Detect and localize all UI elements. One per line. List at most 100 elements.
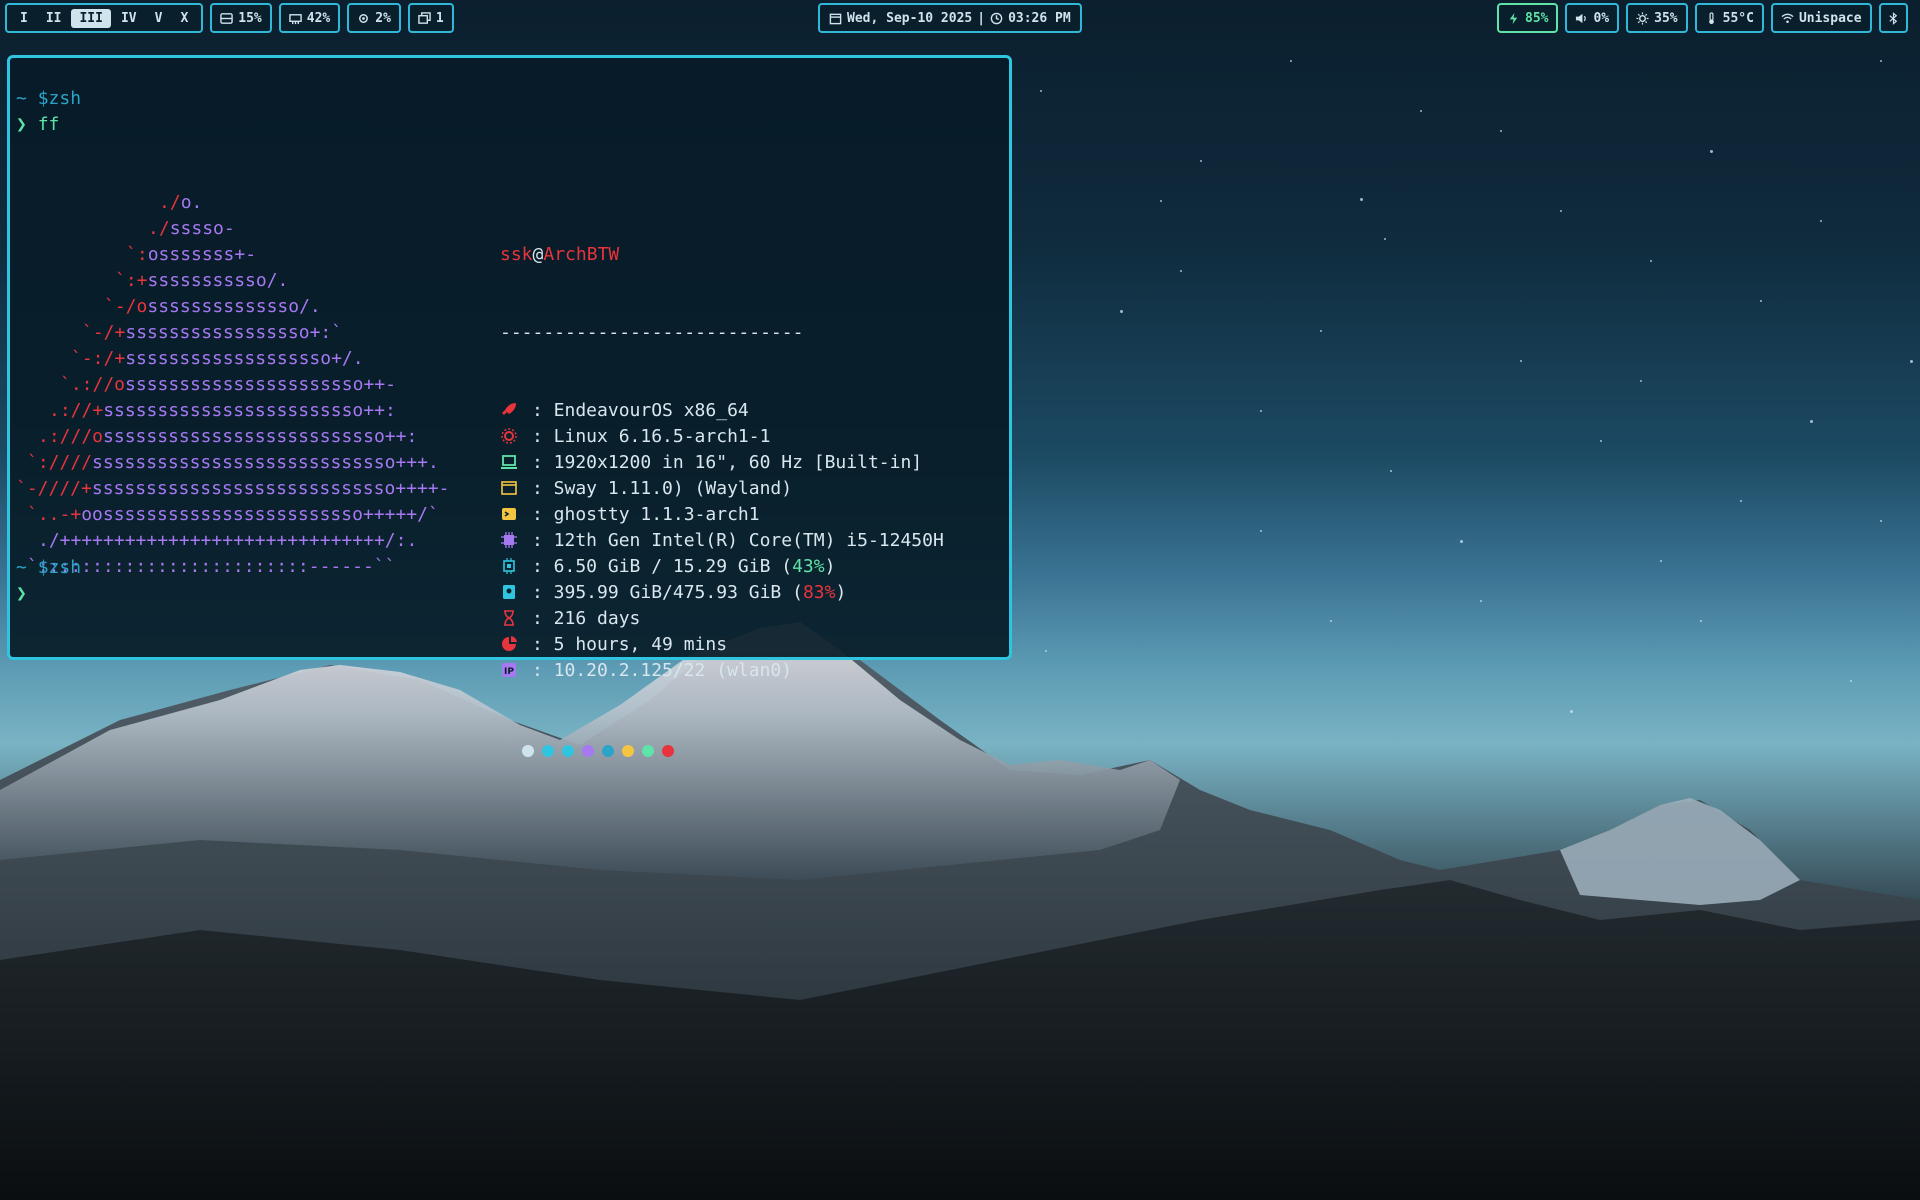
logo-segment: o. [180, 192, 203, 213]
info-text: : Sway 1.11.0) (Wayland) [532, 478, 793, 499]
battery-value: 85% [1525, 10, 1549, 26]
terminal-icon [502, 508, 516, 520]
logo-segment: `: [126, 244, 148, 265]
color-palette [522, 745, 944, 757]
memory-value: 42% [306, 10, 331, 26]
logo-segment: `-/+ [82, 322, 126, 343]
laptop-icon [501, 455, 517, 469]
memory-widget[interactable]: 42% [278, 3, 341, 33]
logo-segment: `..-+ [27, 504, 82, 525]
brightness-widget[interactable]: 35% [1626, 3, 1688, 33]
workspace-button[interactable]: V [147, 9, 171, 28]
logo-line: ./o. [16, 190, 449, 216]
temperature-widget[interactable]: 55°C [1694, 3, 1764, 33]
command-text: ff [37, 114, 60, 135]
memory-icon [503, 558, 515, 574]
palette-dot [642, 745, 654, 757]
logo-line: `.://ossssssssssssssssssssso++- [16, 372, 449, 398]
star [1700, 620, 1702, 622]
disk-widget[interactable]: 15% [210, 3, 272, 33]
logo-segment: oossssssssssssssssssssssso+++++/` [81, 504, 439, 525]
logo-segment: `.://o [60, 374, 126, 395]
star [1045, 650, 1047, 652]
logo-segment: `-/o [104, 296, 148, 317]
memory-icon [288, 13, 302, 24]
palette-dot [562, 745, 574, 757]
star [1760, 300, 1762, 302]
star [1120, 310, 1123, 313]
pie-icon [502, 636, 517, 651]
star [1330, 620, 1332, 622]
star [1200, 160, 1202, 162]
disk-icon [220, 12, 234, 24]
logo-segment: sssso- [169, 218, 235, 239]
info-text: : 1920x1200 in 16", 60 Hz [Built-in] [532, 452, 923, 473]
palette-dot [662, 745, 674, 757]
prompt-shell: $zsh [37, 557, 82, 578]
info-row: : ghostty 1.1.3-arch1 [500, 502, 944, 528]
volume-widget[interactable]: 0% [1565, 3, 1620, 33]
workspace-button[interactable]: I [12, 9, 36, 28]
second-prompt: ~ $zsh ❯ [16, 555, 81, 607]
palette-dot [622, 745, 634, 757]
logo-line: `..-+oossssssssssssssssssssssso+++++/` [16, 502, 449, 528]
window-icon [501, 481, 517, 495]
logo-segment: `:+ [115, 270, 148, 291]
separator-rule: ---------------------------- [500, 322, 804, 343]
logo-line: `-/+sssssssssssssssso+:` [16, 320, 449, 346]
input-line[interactable]: ❯ [16, 581, 81, 607]
star [1290, 60, 1292, 62]
logo-segment: `-////+ [16, 478, 92, 499]
logo-line: ./sssso- [16, 216, 449, 242]
logo-line: `:////ssssssssssssssssssssssssssso+++. [16, 450, 449, 476]
star [1384, 238, 1386, 240]
logo-line: `:osssssss+- [16, 242, 449, 268]
palette-dot [582, 745, 594, 757]
prompt-arrow: ❯ [16, 583, 27, 604]
workspace-button[interactable]: IV [113, 9, 145, 28]
battery-widget[interactable]: 85% [1497, 3, 1559, 33]
palette-dot [542, 745, 554, 757]
prompt-arrow: ❯ [16, 114, 27, 135]
logo-line: ./++++++++++++++++++++++++++++++/:. [16, 528, 449, 554]
star [1260, 410, 1262, 412]
workspace-button[interactable]: X [172, 9, 196, 28]
cpu-widget[interactable]: 2% [347, 3, 401, 33]
info-rows: : EndeavourOS x86_64: Linux 6.16.5-arch1… [500, 398, 944, 684]
info-text: : ghostty 1.1.3-arch1 [532, 504, 760, 525]
logo-line: `-/ossssssssssssso/. [16, 294, 449, 320]
prompt-line: ~ $zsh [16, 555, 81, 581]
gear-icon [501, 428, 517, 444]
time-text: 03:26 PM [1008, 10, 1071, 26]
logo-segment: ./ [159, 192, 181, 213]
logo-segment: sssssssssssssssso+:` [125, 322, 343, 343]
network-widget[interactable]: Unispace [1770, 3, 1872, 33]
star [1910, 360, 1913, 363]
logo-segment: ssssssssssssssssssssso++- [125, 374, 396, 395]
star [1560, 210, 1562, 212]
star [1650, 260, 1652, 262]
star [1320, 330, 1322, 332]
terminal-window[interactable]: ~ $zsh ❯ ff ./o. ./sssso- `:osssssss+- `:+s… [7, 55, 1012, 757]
star [1180, 270, 1182, 272]
logo-line: `:+sssssssssso/. [16, 268, 449, 294]
windows-widget[interactable]: 1 [407, 3, 454, 33]
logo-segment: sssssssssso/. [147, 270, 289, 291]
bolt-icon [1509, 12, 1518, 24]
info-text: : 5 hours, 49 mins [532, 634, 728, 655]
star [1880, 520, 1882, 522]
clock-widget[interactable]: Wed, Sep-10 2025 | 03:26 PM [818, 3, 1082, 33]
star [1880, 60, 1882, 62]
info-row: : 1920x1200 in 16", 60 Hz [Built-in] [500, 450, 944, 476]
logo-line: .://+ssssssssssssssssssssssso++: [16, 398, 449, 424]
date-text: Wed, Sep-10 2025 [847, 10, 973, 26]
workspace-button[interactable]: III [71, 8, 111, 28]
system-info: ssk@ArchBTW ----------------------------… [500, 190, 944, 809]
prompt-tilde: ~ [16, 88, 27, 109]
bluetooth-icon [1888, 11, 1897, 25]
ip-icon: IP [502, 663, 516, 677]
workspace-button[interactable]: II [38, 9, 70, 28]
disk-value: 15% [238, 10, 262, 26]
top-bar-right: 85% 0% 35% 55°C Unispace [1497, 3, 1915, 33]
bluetooth-widget[interactable] [1878, 3, 1908, 33]
